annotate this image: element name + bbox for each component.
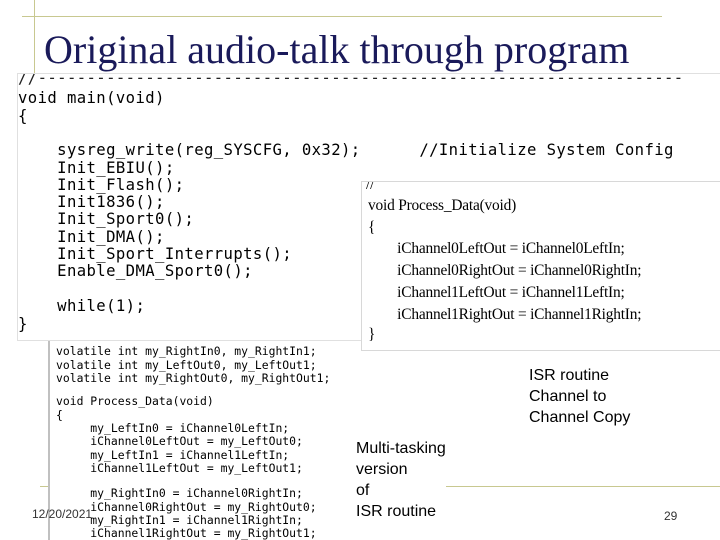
code-line: Init_Sport_Interrupts(); [18, 245, 293, 263]
code-line: my_LeftIn1 = iChannel1LeftIn; [56, 447, 290, 462]
code-line: volatile int my_RightIn0, my_RightIn1; [56, 344, 317, 358]
code-line: iChannel0RightOut = iChannel0RightIn; [368, 262, 642, 279]
code-line: Init_Sport0(); [18, 210, 195, 228]
code-line: Init_DMA(); [18, 228, 165, 246]
isr-code-panel: // void Process_Data(void) { iChannel0Le… [362, 182, 720, 350]
code-line: iChannel0RightOut = my_RightOut0; [56, 499, 317, 514]
code-line: Enable_DMA_Sport0(); [18, 262, 253, 280]
code-line: void main(void) [18, 89, 165, 107]
code-line: // [366, 182, 375, 193]
code-line: Init1836(); [18, 193, 165, 211]
slide-title: Original audio-talk through program [44, 27, 630, 72]
code-line: volatile int my_RightOut0, my_RightOut1; [56, 371, 331, 385]
code-line: iChannel1LeftOut = my_LeftOut1; [56, 461, 303, 475]
code-line: } [18, 315, 28, 333]
multitasking-code-panel: volatile int my_RightIn0, my_RightIn1; v… [48, 340, 372, 540]
frame-top-line [22, 16, 662, 17]
code-line: my_LeftIn0 = iChannel0LeftIn; [56, 421, 290, 435]
code-line: my_RightIn0 = iChannel0RightIn; [56, 486, 303, 500]
code-line: iChannel1RightOut = iChannel1RightIn; [368, 306, 642, 323]
page-number: 29 [664, 509, 678, 523]
code-line: iChannel1RightOut = my_RightOut1; [56, 526, 317, 540]
code-line: volatile int my_LeftOut0, my_LeftOut1; [56, 357, 317, 372]
code-line: Init_EBIU(); [18, 159, 175, 177]
code-line: void Process_Data(void) [368, 197, 516, 214]
code-line: } [368, 326, 376, 343]
code-line: iChannel0LeftOut = my_LeftOut0; [56, 434, 303, 448]
code-line: Init_Flash(); [18, 176, 185, 194]
code-line: { [18, 107, 28, 125]
code-line: void Process_Data(void) [56, 394, 214, 408]
code-line: //--------------------------------------… [18, 74, 684, 87]
multitasking-label: Multi-tasking version of ISR routine [356, 438, 446, 522]
slide-date: 12/20/2021 [32, 507, 93, 521]
code-line: { [368, 219, 376, 236]
code-line: sysreg_write(reg_SYSCFG, 0x32); //Initia… [18, 141, 674, 159]
isr-copy-label: ISR routine Channel to Channel Copy [529, 367, 631, 426]
code-line: my_RightIn1 = iChannel1RightIn; [56, 513, 303, 527]
code-line: { [56, 407, 63, 422]
code-line: iChannel1LeftOut = iChannel1LeftIn; [368, 284, 625, 301]
code-line: iChannel0LeftOut = iChannel0LeftIn; [368, 240, 625, 257]
code-line: while(1); [18, 297, 146, 315]
